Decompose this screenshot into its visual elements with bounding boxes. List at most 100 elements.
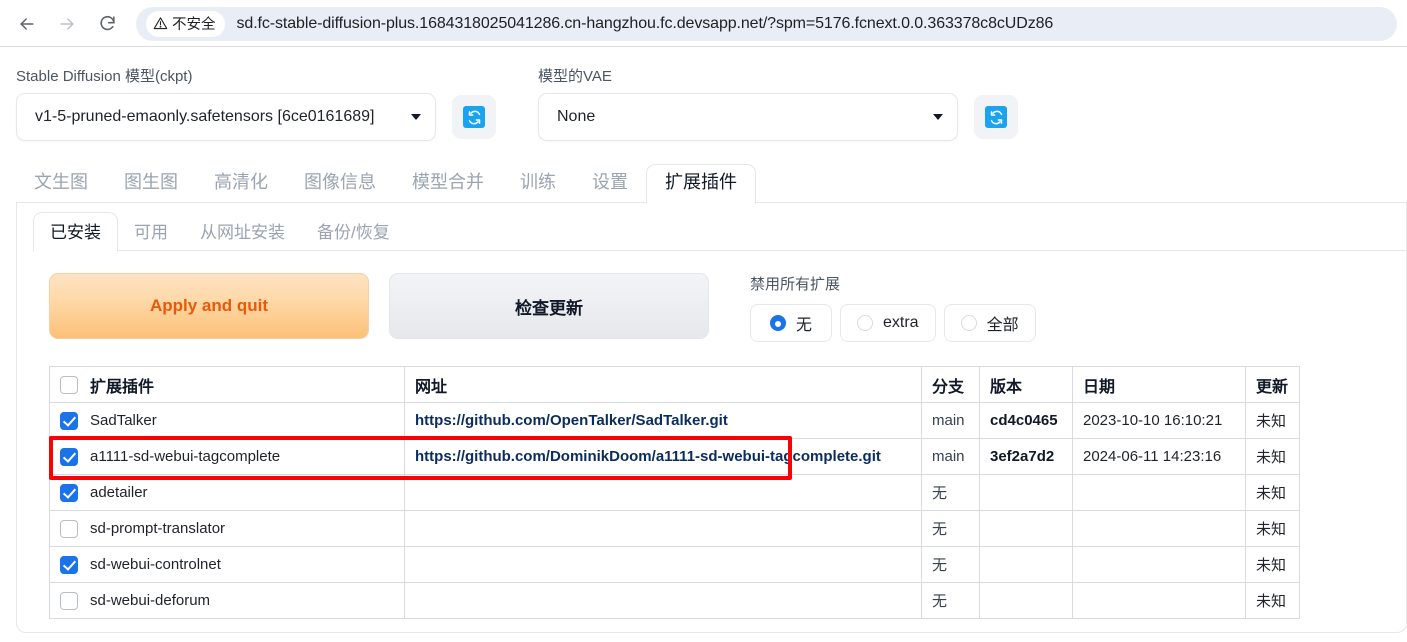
select-all-checkbox[interactable] bbox=[60, 375, 78, 394]
main-tab-7[interactable]: 扩展插件 bbox=[646, 163, 756, 204]
cell-branch-text: 无 bbox=[932, 485, 948, 502]
vae-value: None bbox=[557, 108, 596, 125]
extensions-panel: 已安装 可用 从网址安装 备份/恢复 Apply and quit 检查更新 禁用所有… bbox=[16, 203, 1407, 633]
sub-tab-1[interactable]: 可用 bbox=[118, 213, 184, 251]
table-header-2: 分支 bbox=[921, 366, 980, 403]
cell-update-text: 未知 bbox=[1256, 485, 1287, 502]
table-row[interactable]: SadTalker https://github.com/OpenTalker/S… bbox=[49, 402, 1300, 439]
cell-version bbox=[979, 510, 1073, 547]
vae-field-group: 模型的VAE None bbox=[538, 65, 958, 141]
row-checkbox[interactable] bbox=[60, 483, 78, 502]
cell-extension-name: sd-webui-controlnet bbox=[49, 546, 405, 583]
sub-tab-2[interactable]: 从网址安装 bbox=[184, 213, 301, 251]
table-body: SadTalker https://github.com/OpenTalker/S… bbox=[49, 402, 1300, 619]
cell-branch: 无 bbox=[921, 474, 980, 511]
main-tab-1[interactable]: 图生图 bbox=[106, 165, 196, 203]
table-row[interactable]: sd-webui-controlnet 无 未知 bbox=[49, 546, 1300, 583]
table-row[interactable]: sd-webui-deforum 无 未知 bbox=[49, 582, 1300, 619]
browser-toolbar: 不安全 sd.fc-stable-diffusion-plus.16843180… bbox=[0, 0, 1407, 47]
extension-name-label: adetailer bbox=[90, 484, 148, 501]
cell-extension-name: a1111-sd-webui-tagcomplete bbox=[49, 438, 405, 475]
cell-url bbox=[404, 582, 922, 619]
security-status-label: 不安全 bbox=[172, 17, 216, 33]
cell-branch: 无 bbox=[921, 582, 980, 619]
table-row[interactable]: sd-prompt-translator 无 未知 bbox=[49, 510, 1300, 547]
table-row[interactable]: a1111-sd-webui-tagcomplete https://github… bbox=[49, 438, 1300, 475]
main-tab-bar: 文生图 图生图 高清化 图像信息 模型合并 训练 设置 扩展插件 bbox=[0, 163, 1407, 204]
main-tab-4[interactable]: 模型合并 bbox=[394, 165, 502, 203]
cell-version: 3ef2a7d2 bbox=[979, 438, 1073, 475]
cell-version-text: 3ef2a7d2 bbox=[990, 448, 1055, 465]
warning-triangle-icon bbox=[153, 16, 168, 31]
table-header-5: 更新 bbox=[1245, 366, 1300, 403]
vae-refresh-button[interactable] bbox=[974, 95, 1018, 139]
radio-option-1[interactable]: extra bbox=[840, 304, 936, 342]
apply-and-quit-button[interactable]: Apply and quit bbox=[49, 273, 369, 339]
cell-url bbox=[404, 546, 922, 583]
cell-date bbox=[1072, 546, 1246, 583]
sub-tab-3[interactable]: 备份/恢复 bbox=[301, 213, 406, 251]
address-bar[interactable]: 不安全 sd.fc-stable-diffusion-plus.16843180… bbox=[136, 6, 1397, 41]
cell-extension-name: sd-webui-deforum bbox=[49, 582, 405, 619]
radio-option-2[interactable]: 全部 bbox=[943, 304, 1036, 342]
extensions-table: 扩展插件 网址 分支 版本 日期 更新 SadTalker https://github.c… bbox=[49, 366, 1300, 619]
vae-dropdown[interactable]: None bbox=[538, 93, 958, 141]
row-checkbox[interactable] bbox=[60, 447, 78, 466]
cell-branch-text: 无 bbox=[932, 593, 948, 610]
cell-update-text: 未知 bbox=[1256, 449, 1287, 466]
cell-url bbox=[404, 474, 922, 511]
sub-tab-0[interactable]: 已安装 bbox=[33, 212, 118, 252]
sub-tab-bar: 已安装 可用 从网址安装 备份/恢复 bbox=[17, 203, 1406, 252]
main-tab-0[interactable]: 文生图 bbox=[16, 165, 106, 203]
extension-name-label: sd-webui-controlnet bbox=[90, 556, 221, 573]
cell-url[interactable]: https://github.com/DominikDoom/a1111-sd-… bbox=[404, 438, 922, 475]
cell-extension-name: adetailer bbox=[49, 474, 405, 511]
radio-option-0[interactable]: 无 bbox=[750, 304, 832, 342]
main-tab-5[interactable]: 训练 bbox=[502, 165, 574, 203]
extension-name-label: sd-prompt-translator bbox=[90, 520, 226, 537]
security-status-chip[interactable]: 不安全 bbox=[146, 10, 225, 37]
disable-all-radio-group: 无 extra 全部 bbox=[750, 304, 1036, 342]
ckpt-dropdown[interactable]: v1-5-pruned-emaonly.safetensors [6ce0161… bbox=[16, 93, 436, 141]
radio-option-label: extra bbox=[883, 314, 919, 331]
app-page: Stable Diffusion 模型(ckpt) v1-5-pruned-em… bbox=[0, 47, 1407, 633]
main-tab-3[interactable]: 图像信息 bbox=[286, 165, 394, 203]
extension-name-label: SadTalker bbox=[90, 412, 157, 429]
back-button[interactable] bbox=[10, 7, 44, 41]
cell-version bbox=[979, 474, 1073, 511]
cell-update: 未知 bbox=[1245, 438, 1300, 475]
url-text: sd.fc-stable-diffusion-plus.168431802504… bbox=[236, 14, 1054, 32]
row-checkbox[interactable] bbox=[60, 591, 78, 610]
ckpt-refresh-button[interactable] bbox=[452, 95, 496, 139]
cell-url bbox=[404, 510, 922, 547]
row-checkbox[interactable] bbox=[60, 519, 78, 538]
main-tab-6[interactable]: 设置 bbox=[574, 165, 646, 203]
cell-url-text: https://github.com/OpenTalker/SadTalker.… bbox=[415, 412, 728, 429]
cell-branch: 无 bbox=[921, 510, 980, 547]
reload-icon bbox=[98, 14, 117, 33]
cell-branch-text: 无 bbox=[932, 557, 948, 574]
cell-url[interactable]: https://github.com/OpenTalker/SadTalker.… bbox=[404, 402, 922, 439]
cell-branch-text: main bbox=[932, 412, 965, 429]
cell-update: 未知 bbox=[1245, 582, 1300, 619]
table-row[interactable]: adetailer 无 未知 bbox=[49, 474, 1300, 511]
cell-extension-name: SadTalker bbox=[49, 402, 405, 439]
table-header-0: 扩展插件 bbox=[49, 366, 405, 403]
toolbar-divider bbox=[0, 46, 1407, 47]
refresh-icon bbox=[463, 106, 485, 128]
row-checkbox[interactable] bbox=[60, 555, 78, 574]
reload-button[interactable] bbox=[90, 7, 124, 41]
cell-branch: 无 bbox=[921, 546, 980, 583]
cell-date: 2024-06-11 14:23:16 bbox=[1072, 438, 1246, 475]
table-head: 扩展插件 网址 分支 版本 日期 更新 bbox=[49, 366, 1300, 403]
arrow-right-icon bbox=[57, 14, 77, 34]
cell-date bbox=[1072, 582, 1246, 619]
forward-button[interactable] bbox=[50, 7, 84, 41]
row-checkbox[interactable] bbox=[60, 411, 78, 430]
table-header-4: 日期 bbox=[1072, 366, 1246, 403]
check-updates-button[interactable]: 检查更新 bbox=[389, 273, 709, 339]
main-tab-2[interactable]: 高清化 bbox=[196, 165, 286, 203]
cell-update: 未知 bbox=[1245, 510, 1300, 547]
cell-branch-text: main bbox=[932, 448, 965, 465]
cell-branch-text: 无 bbox=[932, 521, 948, 538]
